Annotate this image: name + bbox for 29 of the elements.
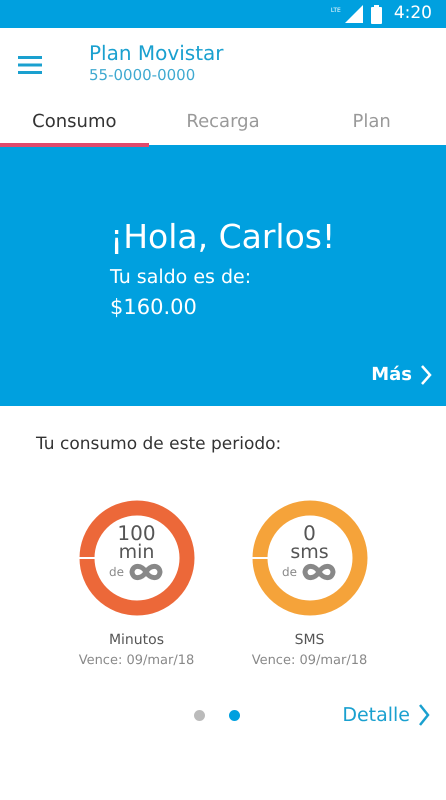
expiry-date: Vence: 09/mar/18 — [252, 652, 368, 670]
usage-heading: Tu consumo de este periodo: — [35, 433, 282, 454]
of-label: de — [109, 564, 124, 582]
plan-title: Plan Movistar — [89, 42, 224, 64]
usage-amount: 100 — [117, 523, 156, 544]
battery-icon — [370, 4, 382, 24]
chevron-icon — [420, 364, 432, 386]
status-time: 4:20 — [394, 2, 432, 26]
infinity-icon — [301, 562, 337, 582]
signal-icon — [344, 5, 363, 23]
infinity-icon — [128, 562, 164, 582]
greeting: ¡Hola, Carlos! — [110, 219, 336, 256]
usage-unit: min — [118, 543, 154, 562]
usage-name: SMS — [294, 631, 324, 650]
page-dot[interactable] — [229, 710, 240, 721]
usage-name: Minutos — [108, 631, 164, 650]
phone-number: 55-0000-0000 — [89, 64, 196, 86]
detail-link[interactable]: Detalle — [342, 700, 430, 730]
expiry-date: Vence: 09/mar/18 — [78, 652, 194, 670]
balance-amount: $160.00 — [110, 294, 198, 321]
usage-amount: 0 — [303, 523, 316, 544]
balance-label: Tu saldo es de: — [110, 265, 252, 290]
tab[interactable]: Plan — [297, 100, 446, 147]
chevron-icon — [418, 703, 430, 728]
more-link[interactable]: Más — [371, 361, 432, 388]
usage-unit: sms — [290, 543, 329, 562]
of-label: de — [282, 564, 297, 582]
tab[interactable]: Recarga — [148, 100, 298, 147]
page-dot[interactable] — [194, 710, 205, 721]
